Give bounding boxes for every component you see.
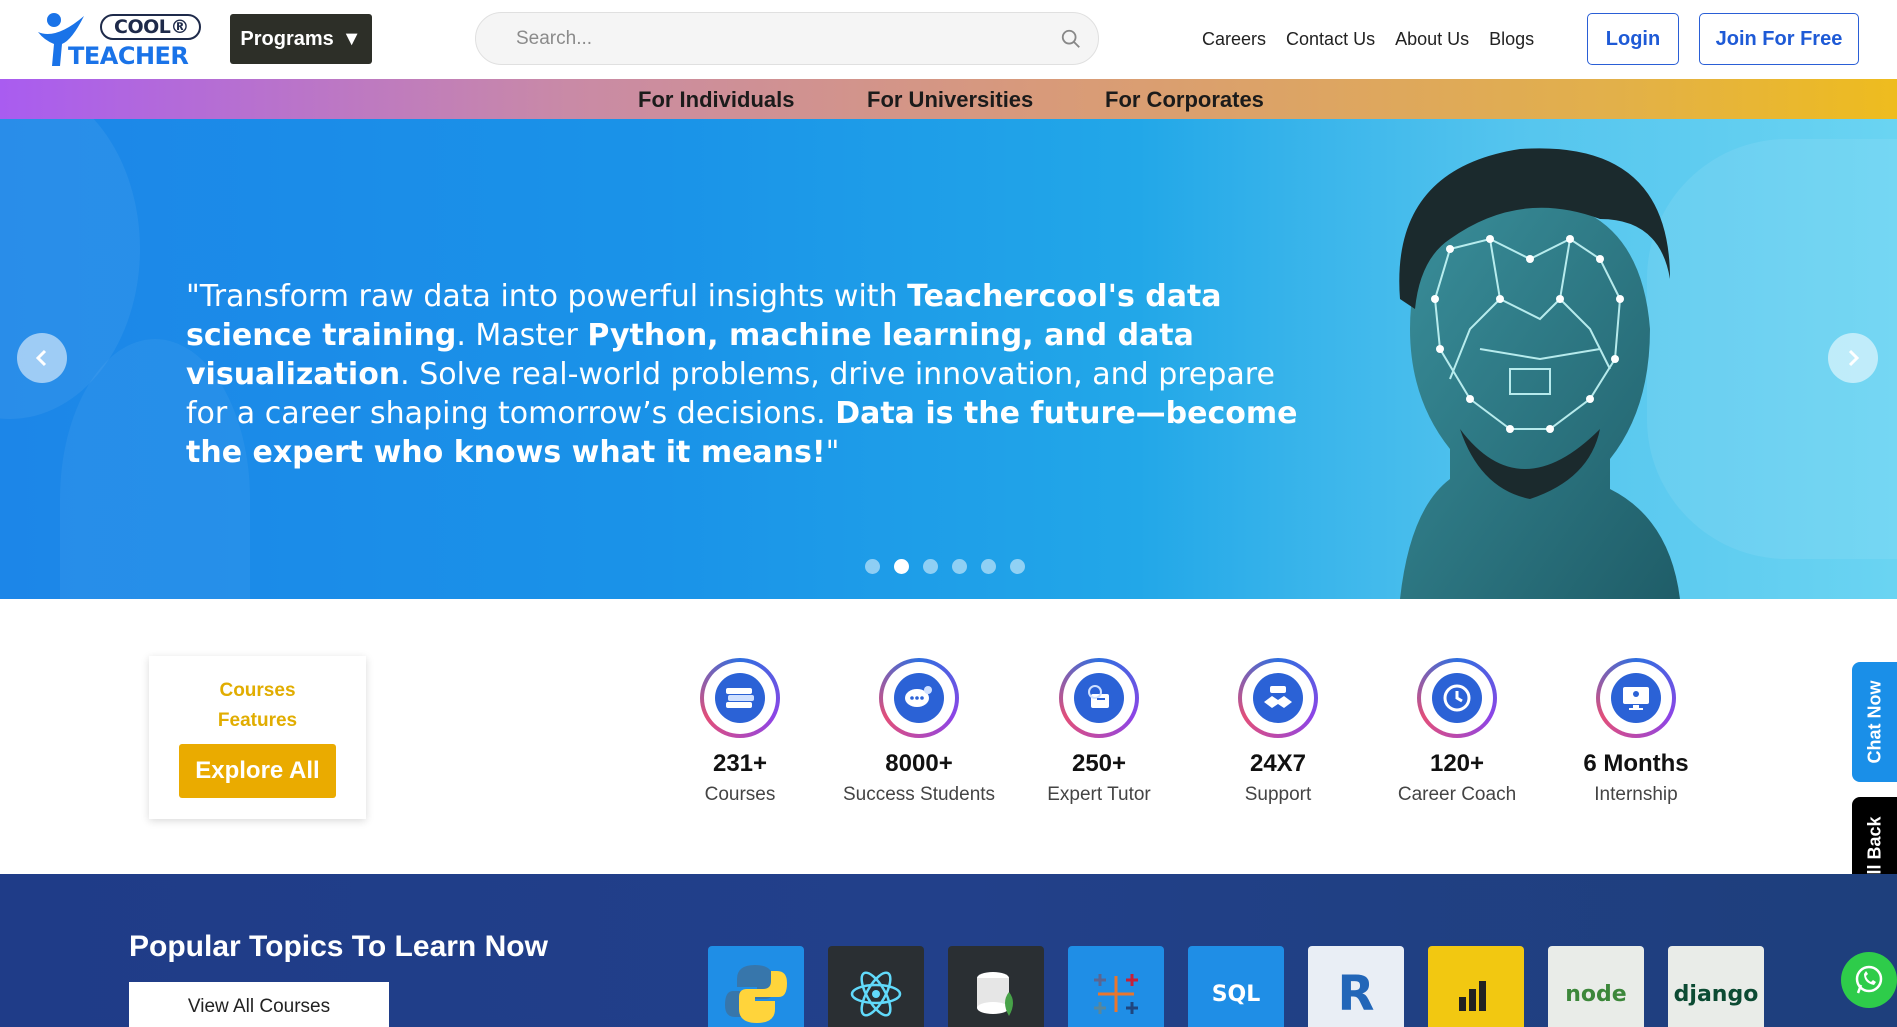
logo-text-cool: COOL® bbox=[100, 14, 201, 40]
topic-python[interactable] bbox=[708, 946, 804, 1027]
tableau-icon bbox=[1094, 974, 1138, 1014]
features-title: Courses Features bbox=[217, 680, 298, 731]
page: COOL® TEACHER Programs ▼ Careers Contact… bbox=[0, 0, 1897, 1027]
chat-now-label: Chat Now bbox=[1864, 680, 1884, 764]
topic-nodejs[interactable]: node bbox=[1548, 946, 1644, 1027]
nav-about-us[interactable]: About Us bbox=[1395, 29, 1469, 50]
stat-icon-ring bbox=[1417, 658, 1497, 738]
popular-topics-heading: Popular Topics To Learn Now bbox=[129, 930, 548, 963]
tutor-icon bbox=[1088, 685, 1109, 708]
chevron-left-icon bbox=[35, 349, 47, 367]
mongodb-icon bbox=[977, 972, 1013, 1016]
django-icon: django bbox=[1673, 981, 1759, 1007]
carousel-dots bbox=[865, 559, 1025, 574]
nav-for-individuals[interactable]: For Individuals bbox=[638, 87, 794, 113]
popular-topics-section: Popular Topics To Learn Now View All Cou… bbox=[0, 874, 1897, 1027]
nav-blogs[interactable]: Blogs bbox=[1489, 29, 1534, 50]
whatsapp-icon bbox=[1855, 965, 1883, 994]
sql-icon: SQL bbox=[1211, 981, 1261, 1007]
react-icon bbox=[850, 971, 902, 1017]
nodejs-icon: node bbox=[1565, 981, 1627, 1007]
stat-icon-ring bbox=[1059, 658, 1139, 738]
stat-support: 24X7 Support bbox=[1188, 658, 1368, 806]
programs-label: Programs bbox=[240, 27, 334, 50]
stat-label: Expert Tutor bbox=[1047, 784, 1151, 805]
stat-value: 24X7 bbox=[1249, 750, 1307, 777]
topic-sql[interactable]: SQL bbox=[1188, 946, 1284, 1027]
search-bar bbox=[475, 12, 1099, 65]
stat-icon-ring bbox=[879, 658, 959, 738]
carousel-dot[interactable] bbox=[952, 559, 967, 574]
search-input[interactable] bbox=[516, 13, 1036, 64]
books-icon bbox=[726, 688, 754, 708]
carousel-prev-button[interactable] bbox=[17, 333, 67, 383]
carousel-next-button[interactable] bbox=[1828, 333, 1878, 383]
topic-power-bi[interactable] bbox=[1428, 946, 1524, 1027]
topic-django[interactable]: django bbox=[1668, 946, 1764, 1027]
topic-r-language[interactable]: R bbox=[1308, 946, 1404, 1027]
stat-value: 6 Months bbox=[1583, 750, 1689, 777]
hero-carousel: "Transform raw data into powerful insigh… bbox=[0, 119, 1897, 599]
stat-label: Internship bbox=[1594, 784, 1678, 805]
audience-nav: For Individuals For Universities For Cor… bbox=[0, 79, 1897, 119]
chat-now-button[interactable]: Chat Now bbox=[1852, 662, 1897, 782]
nav-careers[interactable]: Careers bbox=[1202, 29, 1266, 50]
logo-text-teacher: TEACHER bbox=[68, 42, 189, 70]
r-language-icon: R bbox=[1337, 966, 1375, 1022]
stat-icon-ring bbox=[700, 658, 780, 738]
chevron-down-icon: ▼ bbox=[341, 27, 362, 50]
nav-for-universities[interactable]: For Universities bbox=[867, 87, 1033, 113]
stat-icon-ring bbox=[1238, 658, 1318, 738]
nav-contact-us[interactable]: Contact Us bbox=[1286, 29, 1375, 50]
stat-label: Career Coach bbox=[1397, 784, 1517, 805]
top-nav: Careers Contact Us About Us Blogs bbox=[1202, 29, 1534, 50]
header: COOL® TEACHER Programs ▼ Careers Contact… bbox=[0, 0, 1897, 79]
carousel-dot[interactable] bbox=[923, 559, 938, 574]
handshake-icon bbox=[1264, 686, 1292, 708]
stat-courses: 231+ Courses bbox=[650, 658, 830, 806]
hero-ai-face-image bbox=[1399, 148, 1680, 599]
nav-for-corporates[interactable]: For Corporates bbox=[1105, 87, 1264, 113]
stat-success-students: 8000+ Success Students bbox=[829, 658, 1009, 806]
python-icon bbox=[725, 965, 787, 1023]
carousel-dot[interactable] bbox=[865, 559, 880, 574]
explore-all-button[interactable]: Explore All bbox=[179, 744, 336, 798]
stat-label: Success Students bbox=[842, 784, 996, 805]
stat-value: 250+ bbox=[1071, 750, 1127, 777]
stat-value: 231+ bbox=[712, 750, 768, 777]
carousel-dot[interactable] bbox=[981, 559, 996, 574]
topic-react[interactable] bbox=[828, 946, 924, 1027]
chevron-right-icon bbox=[1848, 349, 1860, 367]
login-button[interactable]: Login bbox=[1587, 13, 1679, 65]
view-all-courses-button[interactable]: View All Courses bbox=[129, 982, 389, 1027]
topic-mongodb[interactable] bbox=[948, 946, 1044, 1027]
stat-label: Courses bbox=[704, 784, 776, 805]
join-for-free-button[interactable]: Join For Free bbox=[1699, 13, 1859, 65]
search-icon[interactable] bbox=[1060, 28, 1082, 50]
carousel-dot[interactable] bbox=[1010, 559, 1025, 574]
stat-label: Support bbox=[1244, 784, 1312, 805]
logo[interactable]: COOL® TEACHER bbox=[34, 8, 201, 70]
power-bi-icon bbox=[1459, 981, 1486, 1011]
stat-icon-ring bbox=[1596, 658, 1676, 738]
carousel-dot-active[interactable] bbox=[894, 559, 909, 574]
stat-expert-tutor: 250+ Expert Tutor bbox=[1009, 658, 1189, 806]
stat-value: 120+ bbox=[1429, 750, 1485, 777]
monitor-icon bbox=[1623, 687, 1649, 710]
stat-value: 8000+ bbox=[885, 750, 953, 777]
topic-tableau[interactable] bbox=[1068, 946, 1164, 1027]
chat-student-icon bbox=[905, 686, 932, 707]
hero-quote: "Transform raw data into powerful insigh… bbox=[186, 279, 1298, 470]
clock-icon bbox=[1443, 684, 1471, 712]
programs-button[interactable]: Programs ▼ bbox=[230, 14, 372, 64]
courses-features-card: Courses Features Explore All bbox=[149, 656, 366, 819]
stat-career-coach: 120+ Career Coach bbox=[1367, 658, 1547, 806]
whatsapp-button[interactable] bbox=[1841, 952, 1897, 1008]
stat-internship: 6 Months Internship bbox=[1546, 658, 1726, 806]
